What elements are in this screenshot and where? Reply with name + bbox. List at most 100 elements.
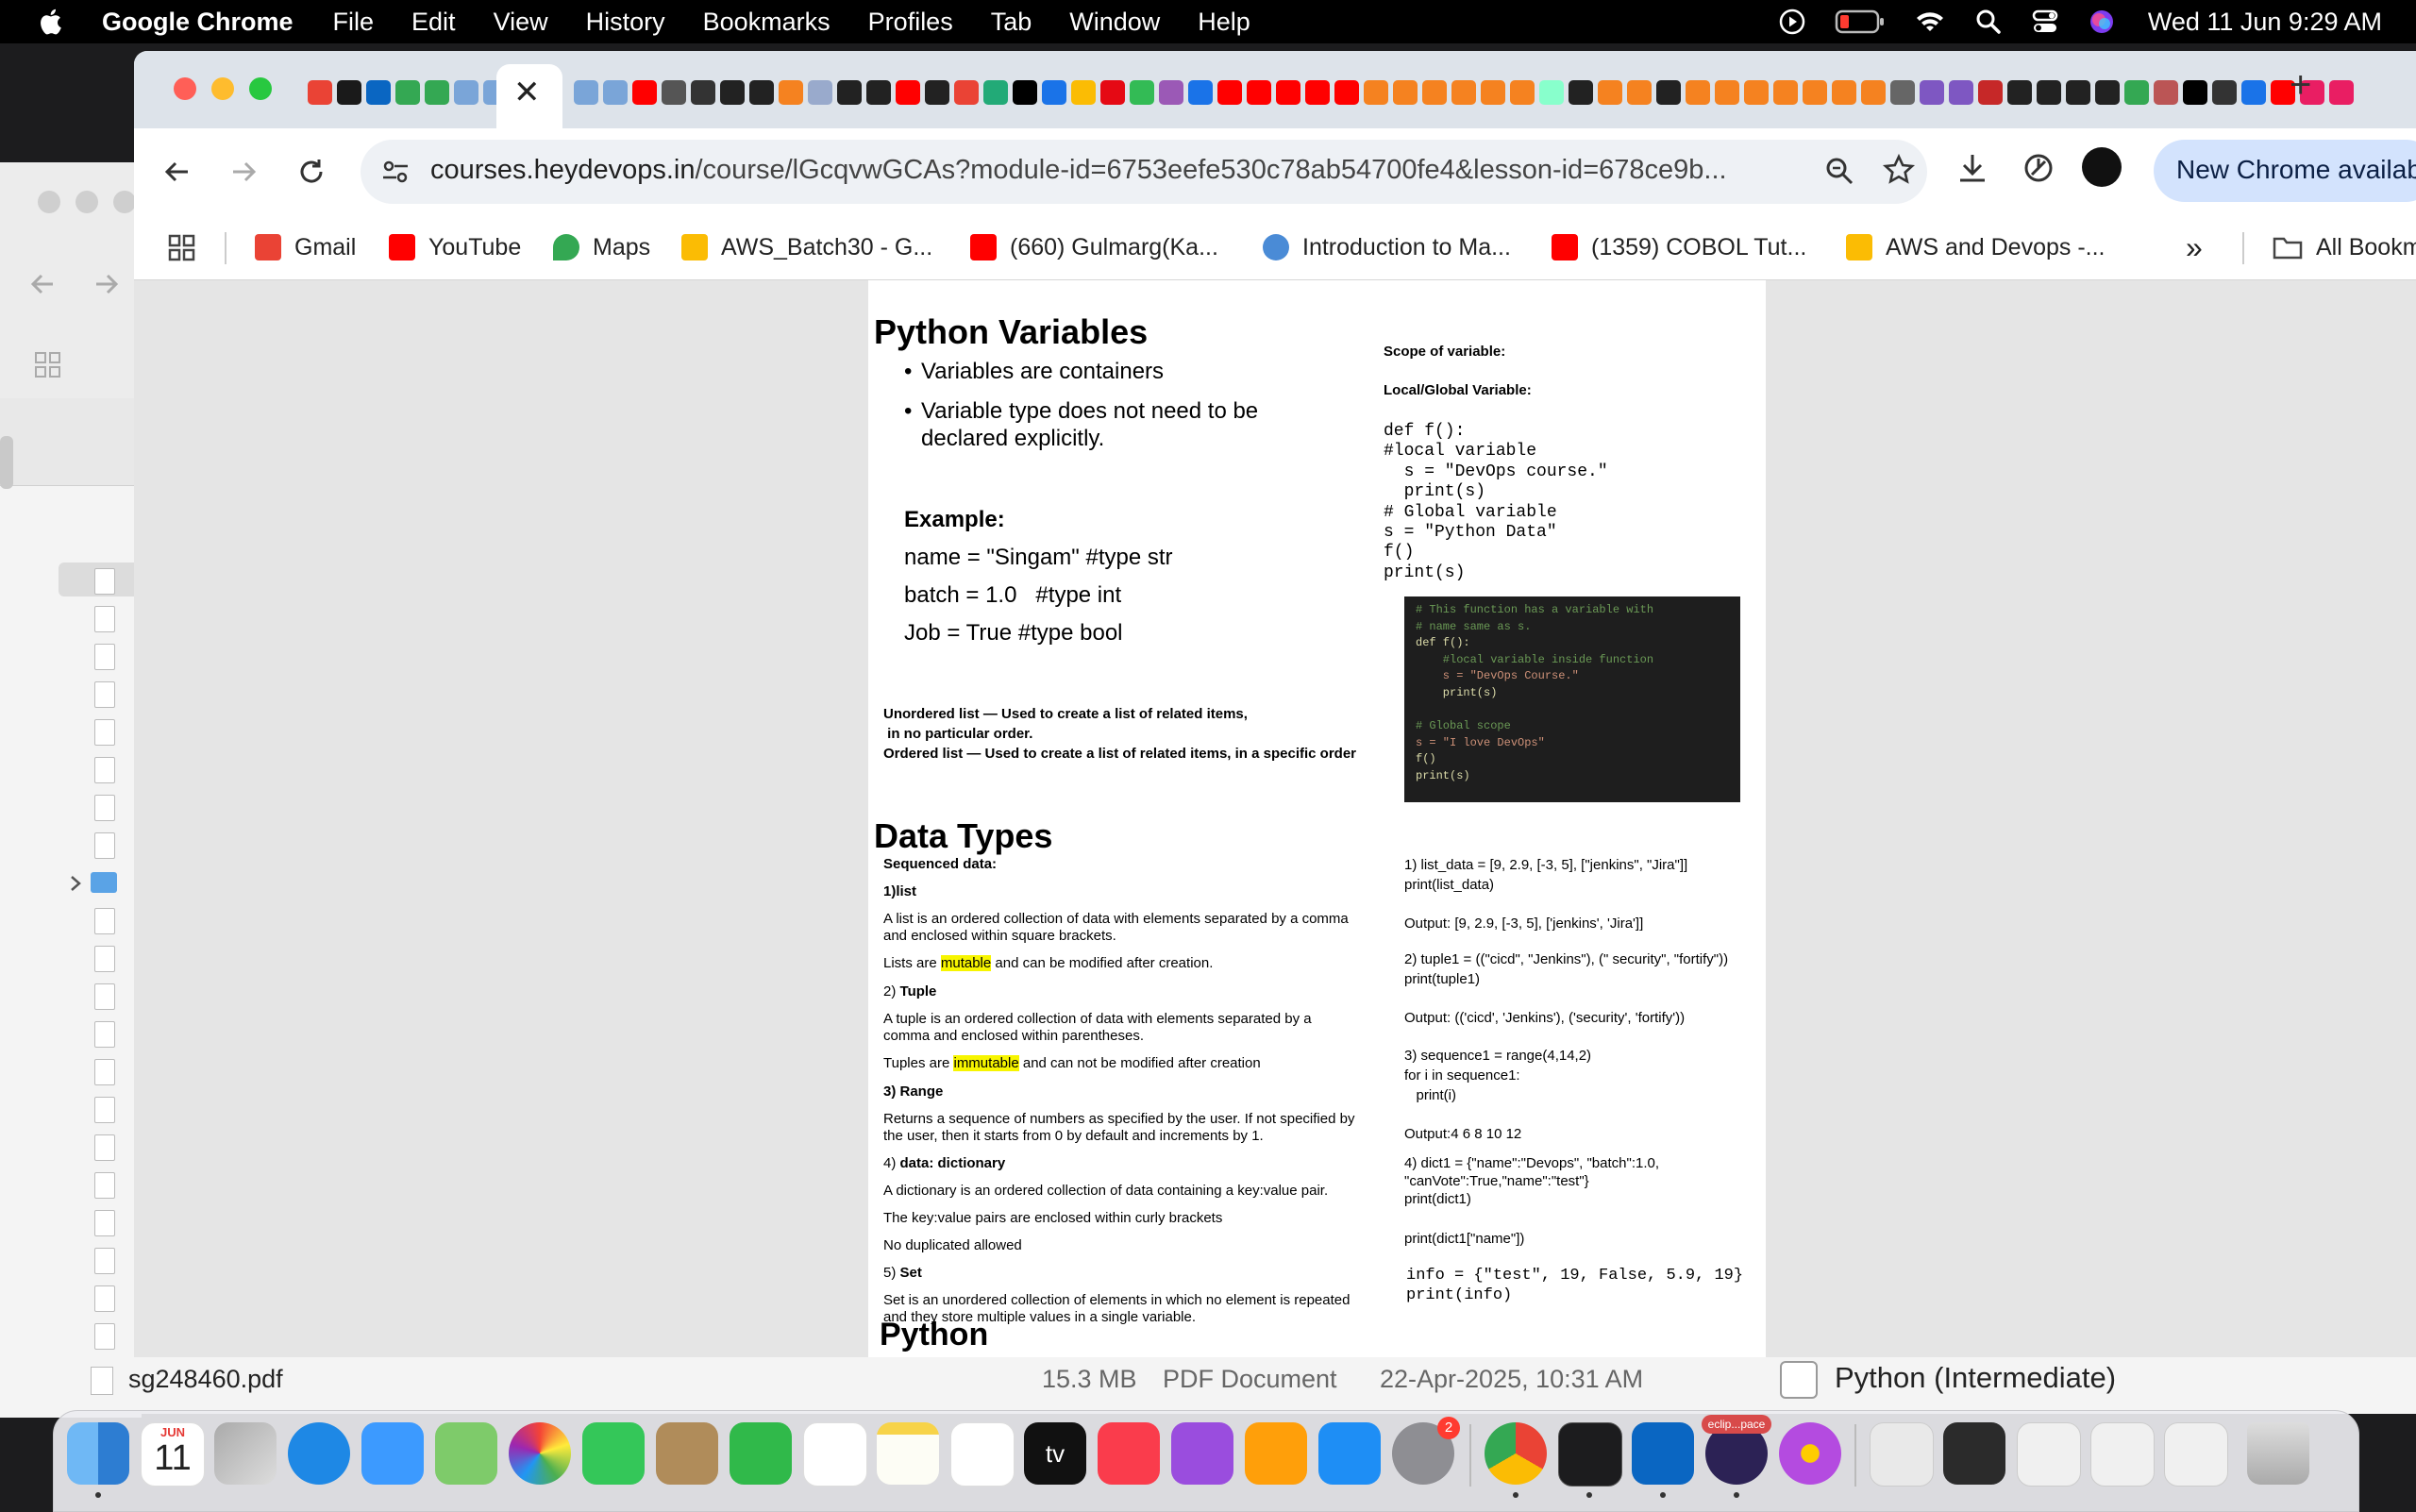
list-item[interactable] — [59, 638, 143, 672]
site-info-icon[interactable] — [381, 159, 410, 185]
safari-icon[interactable] — [288, 1422, 350, 1485]
bookmark-intro-ma[interactable]: Introduction to Ma... — [1263, 228, 1511, 266]
menu-history[interactable]: History — [586, 8, 665, 37]
wifi-icon[interactable] — [1914, 8, 1946, 35]
podcasts-icon[interactable] — [1171, 1422, 1233, 1485]
new-tab-button[interactable]: + — [2290, 64, 2311, 107]
list-item[interactable] — [59, 1091, 143, 1125]
apple-tv-icon[interactable]: tv — [1024, 1422, 1086, 1485]
menu-tab[interactable]: Tab — [991, 8, 1032, 37]
close-dot[interactable] — [38, 191, 60, 213]
course-checkbox[interactable] — [1780, 1361, 1818, 1399]
list-item[interactable] — [59, 1242, 143, 1276]
download-icon[interactable] — [1955, 151, 1989, 185]
forward-arrow-icon[interactable] — [92, 270, 121, 298]
list-item[interactable] — [59, 600, 143, 634]
maps-icon[interactable] — [435, 1422, 497, 1485]
list-item[interactable] — [59, 1016, 143, 1050]
pages-icon[interactable] — [1245, 1422, 1307, 1485]
list-item[interactable] — [59, 676, 143, 710]
clock[interactable]: Wed 11 Jun 9:29 AM — [2148, 8, 2382, 37]
list-item[interactable] — [59, 902, 143, 936]
close-window-button[interactable] — [174, 77, 196, 100]
address-bar[interactable]: courses.heydevops.in/course/lGcqvwGCAs?m… — [361, 140, 1927, 204]
window-thumbnail[interactable] — [1943, 1422, 2005, 1485]
bookmark-aws-devops[interactable]: AWS and Devops -... — [1846, 228, 2106, 266]
active-tab[interactable]: ✕ — [496, 64, 562, 128]
terminal-icon[interactable] — [1558, 1422, 1622, 1487]
forward-button[interactable] — [223, 151, 264, 193]
pinned-tabs-left[interactable] — [308, 74, 512, 111]
menu-profiles[interactable]: Profiles — [868, 8, 953, 37]
all-bookmarks-button[interactable]: All Bookm — [2273, 228, 2416, 266]
menu-help[interactable]: Help — [1198, 8, 1250, 37]
reminders-icon[interactable] — [803, 1422, 867, 1487]
bookmark-gmail[interactable]: Gmail — [255, 228, 356, 266]
app-store-icon[interactable] — [1318, 1422, 1381, 1485]
bookmark-star-icon[interactable] — [1882, 153, 1916, 187]
list-item[interactable] — [59, 1129, 143, 1163]
eclipse-icon[interactable]: eclip...pace — [1702, 1415, 1771, 1485]
calendar-icon[interactable]: JUN 11 — [141, 1422, 205, 1487]
list-item[interactable] — [59, 1167, 143, 1201]
disclosure-icon[interactable] — [68, 874, 83, 893]
finder-icon[interactable] — [67, 1422, 129, 1485]
list-item[interactable] — [59, 1204, 143, 1238]
search-icon[interactable] — [1974, 8, 2003, 36]
minimize-window-button[interactable] — [211, 77, 234, 100]
list-item[interactable] — [59, 751, 143, 785]
apple-icon[interactable] — [38, 8, 62, 36]
control-center-icon[interactable] — [2031, 8, 2059, 36]
grid-icon[interactable] — [34, 351, 62, 379]
folder-icon[interactable] — [91, 872, 117, 893]
freeform-icon[interactable] — [950, 1422, 1015, 1487]
menu-window[interactable]: Window — [1069, 8, 1160, 37]
flower-app-icon[interactable] — [1779, 1422, 1841, 1485]
menu-view[interactable]: View — [494, 8, 548, 37]
mail-icon[interactable] — [361, 1422, 424, 1485]
more-bookmarks-button[interactable]: » — [2186, 228, 2203, 266]
list-item[interactable] — [59, 978, 143, 1012]
menu-file[interactable]: File — [333, 8, 375, 37]
back-button[interactable] — [157, 151, 198, 193]
list-item[interactable] — [59, 940, 143, 974]
zoom-icon[interactable] — [1823, 155, 1855, 187]
bookmark-gulmarg[interactable]: (660) Gulmarg(Ka... — [970, 228, 1218, 266]
launchpad-icon[interactable] — [214, 1422, 277, 1485]
list-item[interactable] — [59, 789, 143, 823]
menu-edit[interactable]: Edit — [411, 8, 456, 37]
play-icon[interactable] — [1778, 8, 1806, 36]
window-thumbnail[interactable] — [2164, 1422, 2228, 1487]
minimize-dot[interactable] — [76, 191, 98, 213]
list-item[interactable] — [59, 827, 143, 861]
tab-strip[interactable] — [574, 74, 2358, 111]
apps-grid-icon[interactable] — [168, 234, 196, 262]
sidebar-handle[interactable] — [0, 436, 13, 489]
menu-bookmarks[interactable]: Bookmarks — [703, 8, 830, 37]
window-thumbnail[interactable] — [2017, 1422, 2081, 1487]
vscode-icon[interactable] — [1632, 1422, 1694, 1485]
url-text[interactable]: courses.heydevops.in/course/lGcqvwGCAs?m… — [430, 155, 1727, 186]
facetime-icon[interactable] — [582, 1422, 645, 1485]
bookmark-youtube[interactable]: YouTube — [389, 228, 521, 266]
list-item[interactable] — [59, 1318, 143, 1352]
back-arrow-icon[interactable] — [28, 270, 57, 298]
list-item[interactable] — [59, 714, 143, 748]
photos-icon[interactable] — [509, 1422, 571, 1485]
window-thumbnail[interactable] — [2090, 1422, 2155, 1487]
tab-close-icon[interactable]: ✕ — [513, 74, 541, 111]
app-name-menu[interactable]: Google Chrome — [102, 8, 294, 37]
zoom-window-button[interactable] — [249, 77, 272, 100]
battery-icon[interactable] — [1835, 8, 1886, 35]
reload-button[interactable] — [291, 151, 332, 193]
list-item[interactable] — [59, 563, 143, 596]
extensions-icon[interactable] — [2022, 151, 2055, 185]
system-settings-icon[interactable]: 2 — [1392, 1417, 1460, 1485]
music-icon[interactable] — [1098, 1422, 1160, 1485]
numbers-icon[interactable] — [730, 1422, 792, 1485]
trash-icon[interactable] — [2247, 1422, 2309, 1485]
list-item[interactable] — [59, 1053, 143, 1087]
list-item[interactable] — [59, 1280, 143, 1314]
chrome-update-button[interactable]: New Chrome availab — [2154, 140, 2416, 202]
chrome-icon[interactable] — [1485, 1422, 1547, 1485]
